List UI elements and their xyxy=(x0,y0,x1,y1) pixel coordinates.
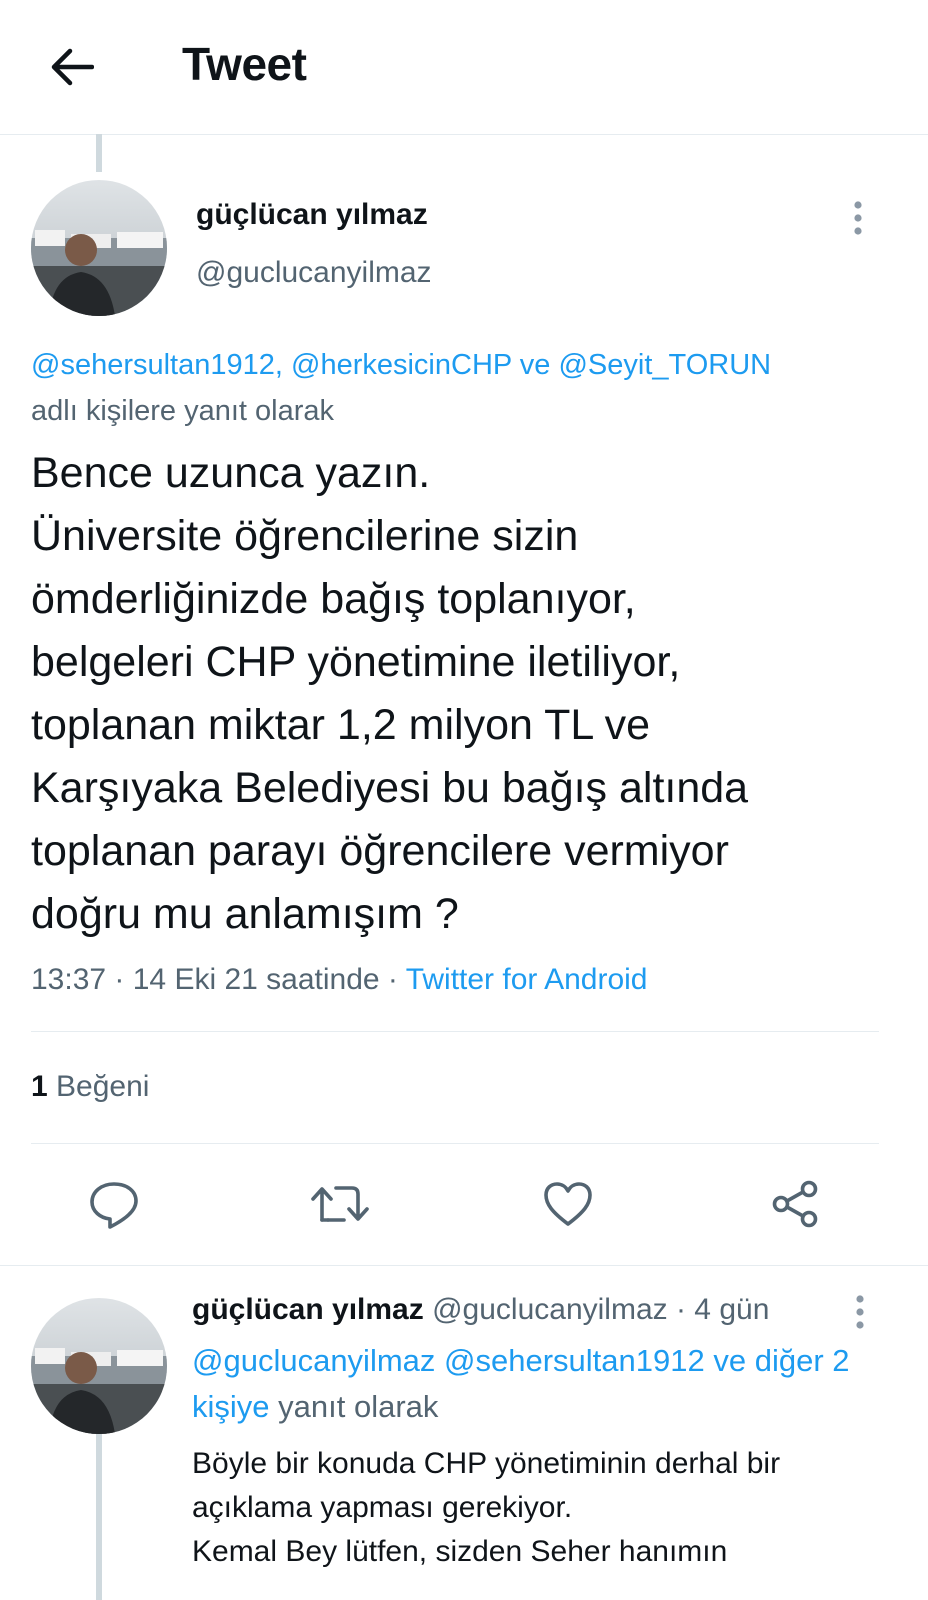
top-bar: Tweet xyxy=(0,0,928,135)
author-handle[interactable]: @guclucanyilmaz xyxy=(196,256,432,290)
reply-text-line: Kemal Bey lütfen, sizden Seher hanımın xyxy=(192,1535,728,1568)
tweet-text-line: Üniversite öğrencilerine sizin xyxy=(31,512,579,560)
reply-author-name[interactable]: güçlücan yılmaz xyxy=(192,1293,424,1326)
avatar[interactable] xyxy=(31,1298,167,1434)
thread-line xyxy=(96,1434,102,1600)
reply-text-line: Böyle bir konuda CHP yönetiminin derhal … xyxy=(192,1447,781,1480)
reply-replying-to: @guclucanyilmaz @sehersultan1912 ve diğe… xyxy=(192,1338,892,1430)
retweet-icon xyxy=(311,1186,369,1222)
mention-link[interactable]: @guclucanyilmaz xyxy=(192,1343,435,1378)
reply-to-suffix: yanıt olarak xyxy=(278,1389,439,1424)
reply-header: güçlücan yılmaz @guclucanyilmaz · 4 gün xyxy=(192,1288,769,1332)
tweet-text-line: ömderliğinizde bağış toplanıyor, xyxy=(31,575,636,623)
share-button[interactable] xyxy=(765,1174,825,1234)
reply-to-conjunction: ve xyxy=(519,349,551,381)
replying-to: @sehersultan1912, @herkesicinCHP ve @Sey… xyxy=(31,342,911,434)
share-icon xyxy=(772,1180,818,1228)
tweet-text-line: doğru mu anlamışım ? xyxy=(31,890,459,938)
tweet-text-line: toplanan parayı öğrencilere vermiyor xyxy=(31,827,729,875)
reply-text: Böyle bir konuda CHP yönetiminin derhal … xyxy=(192,1442,912,1574)
reply-button[interactable] xyxy=(84,1174,144,1234)
mention-link[interactable]: @Seyit_TORUN xyxy=(558,349,771,381)
tweet-timestamp[interactable]: 13:37 · 14 Eki 21 saatinde · xyxy=(31,963,398,996)
page-title: Tweet xyxy=(182,38,307,90)
divider xyxy=(31,1031,879,1032)
reply-icon xyxy=(90,1182,138,1229)
more-vertical-icon xyxy=(854,201,862,235)
mention-link[interactable]: @herkesicinCHP xyxy=(291,349,512,381)
tweet-text: Bence uzunca yazın. Üniversite öğrencile… xyxy=(31,442,911,946)
like-icon xyxy=(544,1182,592,1226)
thread-line xyxy=(96,134,102,172)
divider xyxy=(0,1265,928,1266)
mention-link[interactable]: @sehersultan1912, xyxy=(31,349,283,381)
back-button[interactable] xyxy=(44,40,98,94)
tweet-text-line: toplanan miktar 1,2 milyon TL ve xyxy=(31,701,651,749)
reply-author-handle[interactable]: @guclucanyilmaz xyxy=(432,1293,668,1326)
mention-link[interactable]: @sehersultan1912 xyxy=(444,1343,705,1378)
tweet-text-line: belgeleri CHP yönetimine iletiliyor, xyxy=(31,638,681,686)
more-vertical-icon xyxy=(856,1295,864,1329)
like-button[interactable] xyxy=(538,1174,598,1234)
divider xyxy=(31,1143,879,1144)
likes-number: 1 xyxy=(31,1070,48,1103)
reply-age: · 4 gün xyxy=(675,1293,770,1326)
tweet-text-line: Karşıyaka Belediyesi bu bağış altında xyxy=(31,764,749,812)
likes-count[interactable]: 1 Beğeni xyxy=(31,1064,149,1110)
author-name[interactable]: güçlücan yılmaz xyxy=(196,198,428,232)
reply-more-options-button[interactable] xyxy=(842,1290,878,1334)
retweet-button[interactable] xyxy=(310,1174,370,1234)
reply-to-suffix: adlı kişilere yanıt olarak xyxy=(31,395,335,427)
tweet-metadata: 13:37 · 14 Eki 21 saatinde · Twitter for… xyxy=(31,958,647,1002)
arrow-left-icon xyxy=(51,48,94,86)
avatar[interactable] xyxy=(31,180,167,316)
more-options-button[interactable] xyxy=(840,196,876,240)
reply-text-line: açıklama yapması gerekiyor. xyxy=(192,1491,573,1524)
tweet-text-line: Bence uzunca yazın. xyxy=(31,449,431,497)
avatar-photo xyxy=(31,1298,167,1434)
tweet-source[interactable]: Twitter for Android xyxy=(406,963,648,996)
likes-label: Beğeni xyxy=(56,1070,150,1103)
avatar-photo xyxy=(31,180,167,316)
